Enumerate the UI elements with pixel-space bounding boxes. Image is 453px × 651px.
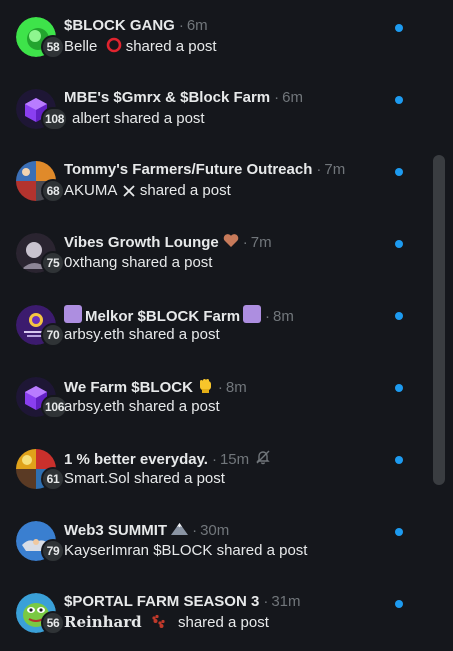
last-action: shared a post [177,614,269,631]
separator-dot: · [178,17,184,34]
sender-name: Reinhard [64,613,142,631]
separator-dot: · [265,307,271,325]
sender-name: arbsy.eth [64,398,125,415]
last-action: shared a post [134,470,225,487]
raised-fist-icon [197,377,214,399]
unread-indicator [395,24,403,32]
separator-dot: · [263,593,269,610]
sender-name: AKUMA [64,182,117,199]
member-count-badge: 61 [41,467,65,491]
unread-indicator [395,456,403,464]
last-action: shared a post [139,182,231,199]
member-count-badge: 56 [41,611,65,635]
member-count-badge: 108 [41,107,69,131]
timestamp: 7m [250,234,272,251]
sender-name: 0xthang [64,254,118,271]
last-action: shared a post [128,398,220,415]
conversation-name: $PORTAL FARM SEASON 3 [64,593,260,610]
conversation-name: Tommy's Farmers/Future Outreach [64,161,313,178]
conversation-item-melkor-block-farm[interactable]: 70 Melkor $BLOCK Farm · 8m arbsy.eth sha… [0,288,432,360]
sender-name: arbsy.eth [64,326,125,343]
sender-name: KayserImran $BLOCK [64,542,213,559]
muted-bell-icon [255,449,271,470]
conversation-item-tommys-farmers[interactable]: 68 Tommy's Farmers/Future Outreach · 7m … [0,144,432,216]
conversation-name: Web3 SUMMIT [64,521,168,539]
conversation-name: MBE's $Gmrx & $Block Farm [64,89,271,106]
last-action: shared a post [128,326,220,343]
scrollbar-thumb[interactable] [433,155,445,485]
member-count-badge: 68 [41,179,65,203]
member-count-badge: 75 [41,251,65,275]
separator-dot: · [274,89,280,106]
sender-name: Belle [64,38,98,55]
last-action: shared a post [113,110,205,127]
separator-dot: · [242,234,248,251]
timestamp: 7m [324,161,346,178]
member-count-badge: 79 [41,539,65,563]
timestamp: 6m [282,89,303,106]
conversation-name: We Farm $BLOCK [64,379,193,396]
last-action: shared a post [121,254,213,271]
last-action: shared a post [125,38,217,55]
unread-indicator [395,168,403,176]
conversation-name: $BLOCK GANG [64,17,175,34]
purple-square-icon [243,305,262,328]
red-circle-icon [106,37,122,58]
timestamp: 30m [200,521,230,539]
conversation-item-portal-farm-season-3[interactable]: 56 $PORTAL FARM SEASON 3 · 31m Reinhard … [0,576,432,648]
conversation-item-block-gang[interactable]: 58 $BLOCK GANG · 6m Belle shared a post [0,0,432,72]
conversation-item-we-farm-block[interactable]: 106 We Farm $BLOCK · 8m arbsy.eth shared… [0,360,432,432]
conversation-name: Melkor $BLOCK Farm [85,307,241,325]
sender-name: albert [72,110,110,127]
timestamp: 6m [186,17,208,34]
timestamp: 8m [273,307,294,325]
brown-heart-icon [223,233,239,253]
last-action: shared a post [216,542,308,559]
unread-indicator [395,384,403,392]
conversation-name: Vibes Growth Lounge [64,234,219,251]
conversation-item-web3-summit[interactable]: 79 Web3 SUMMIT · 30m KayserImran $BLOCK … [0,504,432,576]
separator-dot: · [192,521,198,539]
separator-dot: · [217,379,223,396]
separator-dot: · [211,450,217,468]
conversation-item-mbe-gmrx-block-farm[interactable]: 108 MBE's $Gmrx & $Block Farm · 6m alber… [0,72,432,144]
unread-indicator [395,240,403,248]
conversation-item-1-percent-better[interactable]: 61 1 % better everyday. · 15m Smart.Sol … [0,432,432,504]
conversation-item-vibes-growth-lounge[interactable]: 75 Vibes Growth Lounge · 7m 0xthang shar… [0,216,432,288]
member-count-badge: 70 [41,323,65,347]
separator-dot: · [316,161,322,178]
unread-indicator [395,312,403,320]
sender-name: Smart.Sol [64,470,130,487]
mountain-icon [171,521,189,540]
paw-prints-icon [150,613,166,634]
unread-indicator [395,528,403,536]
member-count-badge: 58 [41,35,65,59]
timestamp: 15m [219,450,250,468]
x-logo-icon [123,183,135,202]
conversation-name: 1 % better everyday. [64,450,208,468]
unread-indicator [395,600,403,608]
timestamp: 31m [271,593,301,610]
unread-indicator [395,96,403,104]
timestamp: 8m [225,379,247,396]
